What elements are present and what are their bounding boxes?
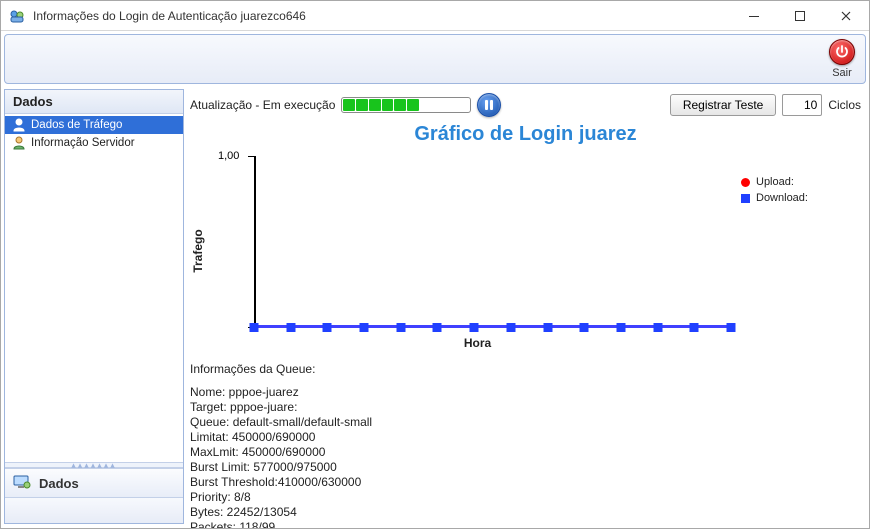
x-axis-label: Hora bbox=[464, 336, 491, 350]
register-test-button[interactable]: Registrar Teste bbox=[670, 94, 776, 116]
legend-upload: Upload: bbox=[741, 176, 859, 188]
chart-point bbox=[323, 323, 332, 332]
chart-point bbox=[286, 323, 295, 332]
queue-info-line: Limitat: 450000/690000 bbox=[190, 430, 861, 445]
legend-download-label: Download: bbox=[756, 192, 808, 204]
user-icon bbox=[11, 135, 27, 151]
chart-point bbox=[250, 323, 259, 332]
queue-info-line: Bytes: 22452/13054 bbox=[190, 505, 861, 520]
y-axis-label: Trafego bbox=[191, 229, 205, 272]
power-icon bbox=[829, 39, 855, 65]
minimize-button[interactable] bbox=[731, 1, 777, 31]
exit-label: Sair bbox=[832, 67, 852, 79]
chart-point bbox=[506, 323, 515, 332]
y-tick-top: 1,00 bbox=[218, 150, 239, 162]
queue-info: Informações da Queue: Nome: pppoe-juarez… bbox=[190, 356, 861, 528]
queue-info-line: Nome: pppoe-juarez bbox=[190, 385, 861, 400]
sidebar-bottombar bbox=[5, 497, 183, 523]
maximize-icon bbox=[795, 11, 805, 21]
pause-button[interactable] bbox=[477, 93, 501, 117]
chart-point bbox=[653, 323, 662, 332]
queue-info-header: Informações da Queue: bbox=[190, 362, 861, 377]
exit-button[interactable]: Sair bbox=[829, 39, 855, 79]
sidebar: Dados Dados de Tráfego Informação Servid… bbox=[4, 89, 184, 524]
chart-point bbox=[727, 323, 736, 332]
chart-point bbox=[580, 323, 589, 332]
chart-point bbox=[433, 323, 442, 332]
chart-point bbox=[360, 323, 369, 332]
update-progress bbox=[341, 97, 471, 113]
monitor-icon bbox=[13, 475, 33, 491]
status-label: Atualização - Em execução bbox=[190, 98, 335, 112]
sidebar-item-dados-trafego[interactable]: Dados de Tráfego bbox=[5, 116, 183, 134]
cycles-input[interactable] bbox=[782, 94, 822, 116]
pause-icon bbox=[485, 100, 493, 110]
queue-info-line: Burst Threshold:410000/630000 bbox=[190, 475, 861, 490]
sidebar-items: Dados de Tráfego Informação Servidor bbox=[5, 114, 183, 462]
sidebar-footer-label: Dados bbox=[39, 476, 79, 491]
upload-marker-icon bbox=[741, 178, 750, 187]
sidebar-footer-button[interactable]: Dados bbox=[5, 468, 183, 497]
app-icon bbox=[7, 6, 27, 26]
maximize-button[interactable] bbox=[777, 1, 823, 31]
chart-point bbox=[396, 323, 405, 332]
chart-point bbox=[470, 323, 479, 332]
legend-upload-label: Upload: bbox=[756, 176, 794, 188]
user-icon bbox=[11, 117, 27, 133]
legend-download: Download: bbox=[741, 192, 859, 204]
sidebar-item-label: Dados de Tráfego bbox=[31, 119, 122, 131]
cycles-label: Ciclos bbox=[828, 98, 861, 112]
close-button[interactable] bbox=[823, 1, 869, 31]
queue-info-line: Priority: 8/8 bbox=[190, 490, 861, 505]
sidebar-item-label: Informação Servidor bbox=[31, 137, 135, 149]
chart-axes: 1,00 bbox=[254, 156, 731, 328]
download-marker-icon bbox=[741, 194, 750, 203]
queue-info-line: Packets: 118/99 bbox=[190, 520, 861, 528]
titlebar: Informações do Login de Autenticação jua… bbox=[1, 1, 869, 31]
app-window: Informações do Login de Autenticação jua… bbox=[0, 0, 870, 529]
minimize-icon bbox=[749, 11, 759, 21]
main-panel: Atualização - Em execução Registrar Test… bbox=[186, 87, 869, 528]
close-icon bbox=[841, 11, 851, 21]
controls-row: Atualização - Em execução Registrar Test… bbox=[190, 91, 861, 123]
chart-point bbox=[616, 323, 625, 332]
chart-title: Gráfico de Login juarez bbox=[190, 123, 861, 146]
chart-legend: Upload: Download: bbox=[741, 146, 861, 356]
sidebar-item-informacao-servidor[interactable]: Informação Servidor bbox=[5, 134, 183, 152]
queue-info-line: Queue: default-small/default-small bbox=[190, 415, 861, 430]
queue-info-line: Burst Limit: 577000/975000 bbox=[190, 460, 861, 475]
queue-info-line: Target: pppoe-juare: bbox=[190, 400, 861, 415]
app-toolbar: Sair bbox=[4, 34, 866, 84]
window-title: Informações do Login de Autenticação jua… bbox=[33, 9, 731, 23]
chart-point bbox=[690, 323, 699, 332]
queue-info-line: MaxLmit: 450000/690000 bbox=[190, 445, 861, 460]
traffic-chart: Trafego 1,00 Hora bbox=[214, 146, 741, 356]
sidebar-title: Dados bbox=[5, 90, 183, 114]
chart-point bbox=[543, 323, 552, 332]
